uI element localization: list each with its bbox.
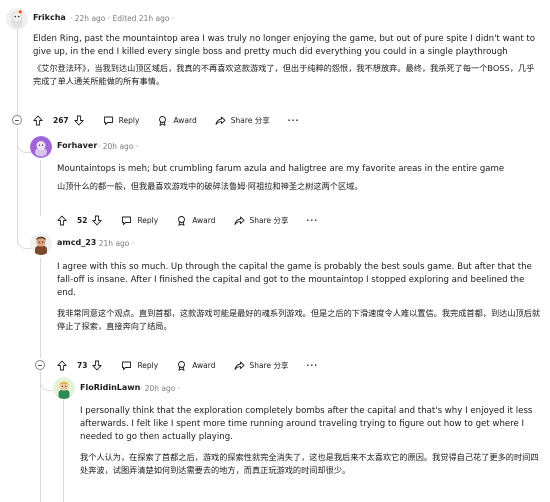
comment-body-translation: 我非常同意这个观点。直到首都，这款游戏可能是最好的魂系列游戏。但是之后的下滑速度… (57, 308, 541, 332)
more-options-button[interactable]: ··· (307, 361, 319, 370)
more-options-button[interactable]: ··· (307, 216, 319, 225)
award-icon (159, 115, 167, 126)
reply-icon (122, 216, 132, 225)
comment-action-bar: 52 Reply Award Share 分享 ··· (57, 212, 336, 228)
reply-icon (103, 116, 113, 125)
vote-count: 267 (53, 115, 69, 125)
award-label: Award (192, 215, 216, 225)
comment-action-bar: 73 Reply Award Share 分享 ··· (57, 357, 336, 373)
comment-body: I agree with this so much. Up through th… (57, 262, 532, 299)
thread-line (17, 28, 18, 120)
downvote-icon[interactable] (92, 215, 103, 226)
username[interactable]: Frikcha (33, 13, 66, 22)
comment-action-bar: 267 Reply Award Share 分享 ··· (33, 112, 317, 128)
vote-group: 52 (57, 215, 107, 226)
award-button[interactable]: Award (176, 360, 216, 371)
downvote-icon[interactable] (92, 360, 103, 371)
comment-body: Mountaintops is meh; but crumbling farum… (57, 164, 505, 174)
more-options-button[interactable]: ··· (288, 116, 300, 125)
award-label: Award (192, 360, 216, 370)
reply-label: Reply (137, 215, 159, 225)
username[interactable]: amcd_23 (57, 238, 96, 247)
share-button[interactable]: Share 分享 (215, 115, 270, 126)
comment-body: I personally think that the exploration … (80, 406, 533, 443)
avatar-icon (30, 136, 52, 158)
share-label: Share 分享 (249, 215, 289, 225)
thread-line (40, 258, 41, 358)
share-label: Share 分享 (249, 360, 289, 370)
comment-meta: · 22h ago · Edited 21h ago · (70, 13, 175, 23)
upvote-icon[interactable] (57, 215, 67, 226)
comment-body-translation: 《艾尔登法环》，当我到达山顶区域后，我真的不再喜欢这款游戏了，但出于纯粹的怨恨，… (33, 63, 535, 87)
share-label: Share 分享 (230, 115, 270, 125)
thread-line (40, 370, 41, 502)
username[interactable]: FloRidinLawn (80, 383, 140, 392)
avatar-icon (30, 233, 52, 255)
comment-body-translation: 山顶什么的都一般，但我最喜欢游戏中的破碎法鲁姆·阿祖拉和神圣之树这两个区域。 (57, 181, 363, 191)
upvote-icon[interactable] (57, 360, 67, 371)
avatar-icon (53, 377, 75, 399)
avatar[interactable] (30, 233, 52, 255)
comment-body-translation: 我个人认为，在探索了首都之后，游戏的探索性就完全消失了，这也是我后来不太喜欢它的… (80, 452, 539, 476)
vote-group: 73 (57, 360, 107, 371)
username[interactable]: Forhaver (57, 141, 97, 150)
share-icon (215, 116, 226, 125)
collapse-thread-button[interactable] (35, 360, 45, 370)
reply-button[interactable]: Reply (121, 360, 158, 371)
share-button[interactable]: Share 分享 (234, 360, 289, 371)
comment-meta: · 21h ago · (94, 238, 135, 248)
vote-group: 267 (33, 115, 89, 126)
avatar-icon (6, 8, 28, 30)
share-icon (234, 216, 244, 225)
award-icon (178, 360, 186, 371)
vote-count: 52 (77, 215, 88, 225)
reply-icon (122, 361, 132, 370)
award-label: Award (173, 115, 197, 125)
comment-meta: · 20h ago · (98, 141, 139, 151)
comment-meta: · 20h ago · (140, 383, 181, 393)
thread-line (40, 160, 41, 216)
reply-label: Reply (118, 115, 140, 125)
comment-body: Elden Ring, past the mountaintop area I … (33, 34, 536, 58)
avatar[interactable] (30, 136, 52, 158)
collapse-thread-button[interactable] (12, 115, 22, 125)
award-button[interactable]: Award (176, 215, 216, 226)
reply-label: Reply (137, 360, 159, 370)
award-icon (178, 215, 186, 226)
thread-line (63, 400, 64, 502)
upvote-icon[interactable] (33, 115, 43, 126)
share-icon (234, 361, 244, 370)
vote-count: 73 (77, 360, 88, 370)
downvote-icon[interactable] (74, 115, 84, 126)
avatar[interactable] (6, 8, 28, 30)
reply-button[interactable]: Reply (103, 115, 140, 126)
avatar[interactable] (53, 377, 75, 399)
award-button[interactable]: Award (157, 115, 197, 126)
reply-button[interactable]: Reply (121, 215, 158, 226)
share-button[interactable]: Share 分享 (234, 215, 289, 226)
